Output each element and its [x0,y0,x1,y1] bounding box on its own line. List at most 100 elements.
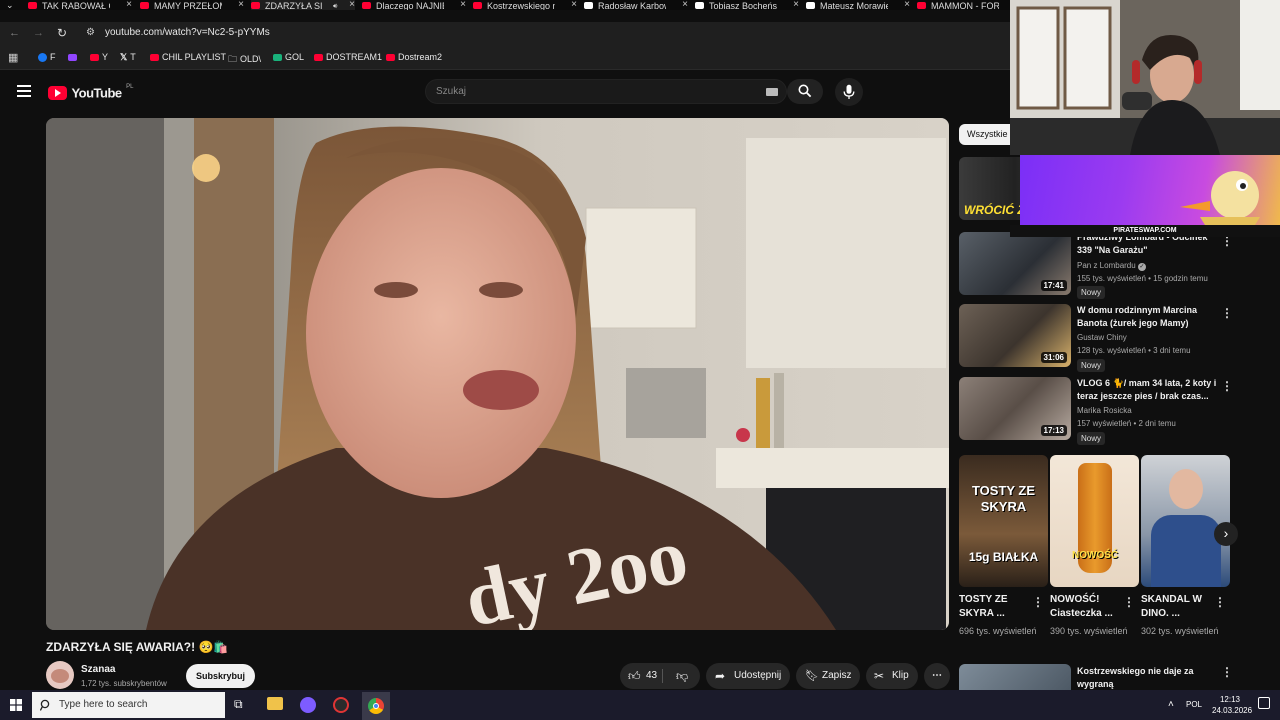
bookmark-f[interactable]: F [38,52,56,63]
video-title[interactable]: W domu rodzinnym Marcina Banota (żurek j… [1077,304,1217,330]
filter-chip-all[interactable]: Wszystkie [959,124,1016,145]
list-item[interactable]: Kostrzewskiego nie daje za wygraną ⋮ [959,664,1234,690]
voice-search-button[interactable] [835,78,863,106]
menu-icon[interactable] [17,85,31,97]
more-icon[interactable]: ⋮ [1221,665,1233,679]
list-item[interactable]: 31:06 W domu rodzinnym Marcina Banota (ż… [959,304,1234,372]
windows-start-icon[interactable] [10,699,22,711]
video-title[interactable]: VLOG 6 🐈/ mam 34 lata, 2 koty i teraz je… [1077,377,1217,403]
channel-row[interactable]: Pan z Lombardu ✓ [1077,261,1146,271]
bookmark-gol[interactable]: GOL [273,52,304,62]
thumbs-up-icon[interactable]: 👍︎ [628,663,641,689]
more-icon[interactable]: ⋮ [1214,595,1226,609]
file-explorer-icon[interactable] [267,697,283,710]
browser-tab[interactable]: Dlaczego NAJNIE × [362,0,466,10]
bookmark-dostream1[interactable]: DOSTREAM1 [314,52,382,62]
close-tab-icon[interactable]: × [571,0,577,10]
browser-tab[interactable]: Mateusz Morawie × [806,0,910,10]
subscribe-button[interactable]: Subskrybuj [186,664,256,688]
reload-icon[interactable]: ↻ [57,26,67,40]
close-tab-icon[interactable]: × [682,0,688,10]
browser-tab[interactable]: Kostrzewskiego n × [473,0,577,10]
thumbs-down-icon[interactable]: 👎︎ [676,663,688,689]
more-actions-button[interactable]: ⋯ [924,663,950,689]
shelf-next-button[interactable]: › [1214,522,1238,546]
more-icon[interactable]: ⋮ [1032,595,1044,609]
browser-tab[interactable]: MAMY PRZEŁOM × [140,0,244,10]
short-views: 302 tys. wyświetleń [1141,626,1219,636]
tab-title: Tobiasz Bocheński [709,0,777,10]
obs-icon[interactable] [333,697,349,713]
browser-tab[interactable]: ZDARZYŁA SI 🔊︎ × [251,0,355,10]
browser-tab[interactable]: Radosław Karbow × [584,0,688,10]
taskbar-active-app[interactable] [362,692,390,720]
channel-avatar[interactable] [46,661,74,689]
task-view-icon[interactable]: ⧉ [234,697,243,712]
save-button[interactable]: 🔖︎ Zapisz [796,663,860,689]
short-item[interactable]: SKANDAL W DINO. ... 302 tys. wyświetleń … [1141,455,1230,636]
x-icon [806,2,815,10]
input-language[interactable]: POL [1186,700,1202,709]
short-title[interactable]: SKANDAL W DINO. ... [1141,593,1221,621]
video-player[interactable]: dy 2oo [46,118,949,630]
short-item[interactable]: NOWOŚĆ NOWOŚĆ! Ciasteczka ... 390 tys. w… [1050,455,1139,636]
bookmark-chil-playlist[interactable]: CHIL PLAYLIST [150,52,226,62]
youtube-play-icon [48,85,67,100]
bookmark-y[interactable]: Y [90,52,108,62]
share-button[interactable]: ➦ Udostępnij [706,663,790,689]
channel-name[interactable]: Gustaw Chiny [1077,333,1127,342]
bookmarks-bar: ▦ F Y 𝕏T CHIL PLAYLIST 🗀 OLD\ GOL DOSTREA… [0,46,1010,70]
youtube-icon [362,2,371,10]
video-title: ZDARZYŁA SIĘ AWARIA?! 🥺🛍️ [46,640,229,654]
youtube-icon [314,54,323,62]
more-icon[interactable]: ⋮ [1123,595,1135,609]
short-title[interactable]: TOSTY ZE SKYRA ... [959,593,1039,621]
list-item[interactable]: 17:41 Prawdziwy Lombard - Odcinek 339 "N… [959,232,1234,299]
keyboard-icon[interactable] [766,88,778,96]
bookmark-t[interactable]: 𝕏T [120,52,136,63]
video-meta: 157 wyświetleń • 2 dni temu [1077,419,1176,428]
channel-name[interactable]: Szanaa [81,664,115,675]
tab-list-chevron-icon[interactable]: ⌄ [6,0,20,10]
banner-footer-text: PIRATESWAP.COM [1010,225,1280,237]
audio-playing-icon[interactable]: 🔊︎ [333,3,337,10]
url-field[interactable]: youtube.com/watch?v=Nc2-5-pYYMs [105,27,270,38]
list-item[interactable]: 17:13 VLOG 6 🐈/ mam 34 lata, 2 koty i te… [959,377,1234,445]
video-thumbnail: 31:06 [959,304,1071,367]
more-icon[interactable]: ⋮ [1221,306,1233,320]
tray-chevron-up-icon[interactable]: ˄ [1168,699,1174,710]
youtube-logo[interactable]: YouTube PL [48,84,133,100]
apps-grid-icon[interactable]: ▦ [8,51,18,64]
short-title[interactable]: NOWOŚĆ! Ciasteczka ... [1050,593,1130,621]
back-icon[interactable]: ← [9,27,20,39]
bookmark-twitch[interactable] [68,52,80,62]
more-icon[interactable]: ⋮ [1221,379,1233,393]
short-item[interactable]: TOSTY ZE SKYRA 15g BIAŁKA TOSTY ZE SKYRA… [959,455,1048,636]
browser-tab[interactable]: MAMMON - FOR× [917,0,1010,10]
clip-button[interactable]: ✂ Klip [866,663,918,689]
close-tab-icon[interactable]: × [904,0,910,10]
close-tab-icon[interactable]: × [238,0,244,10]
search-input[interactable]: Szukaj [425,79,787,104]
bookmark-icon: 🔖︎ [805,670,819,682]
browser-tab[interactable]: TAK RABOWAŁ G × [28,0,132,10]
search-button[interactable] [787,79,823,104]
notification-icon[interactable] [1258,697,1270,709]
close-tab-icon[interactable]: × [349,0,355,10]
like-count[interactable]: 43 [646,663,657,689]
forward-icon[interactable]: → [33,27,44,39]
taskbar-clock[interactable]: 12:13 24.03.2026 [1212,694,1252,716]
close-tab-icon[interactable]: × [793,0,799,10]
close-tab-icon[interactable]: × [460,0,466,10]
site-info-icon[interactable]: ⚙ [86,27,95,38]
video-title[interactable]: Kostrzewskiego nie daje za wygraną [1077,665,1217,691]
bookmark-old[interactable]: 🗀 OLD\ [228,52,261,68]
taskbar-search-box[interactable]: Type here to search [32,692,225,718]
bookmark-dostream2[interactable]: Dostream2 [386,52,442,62]
channel-name[interactable]: Marika Rosicka [1077,406,1132,415]
discord-icon[interactable] [300,697,316,713]
close-tab-icon[interactable]: × [126,0,132,10]
save-label: Zapisz [822,670,852,681]
browser-tab[interactable]: Tobiasz Bocheński × [695,0,799,10]
youtube-wordmark: YouTube [71,85,122,101]
